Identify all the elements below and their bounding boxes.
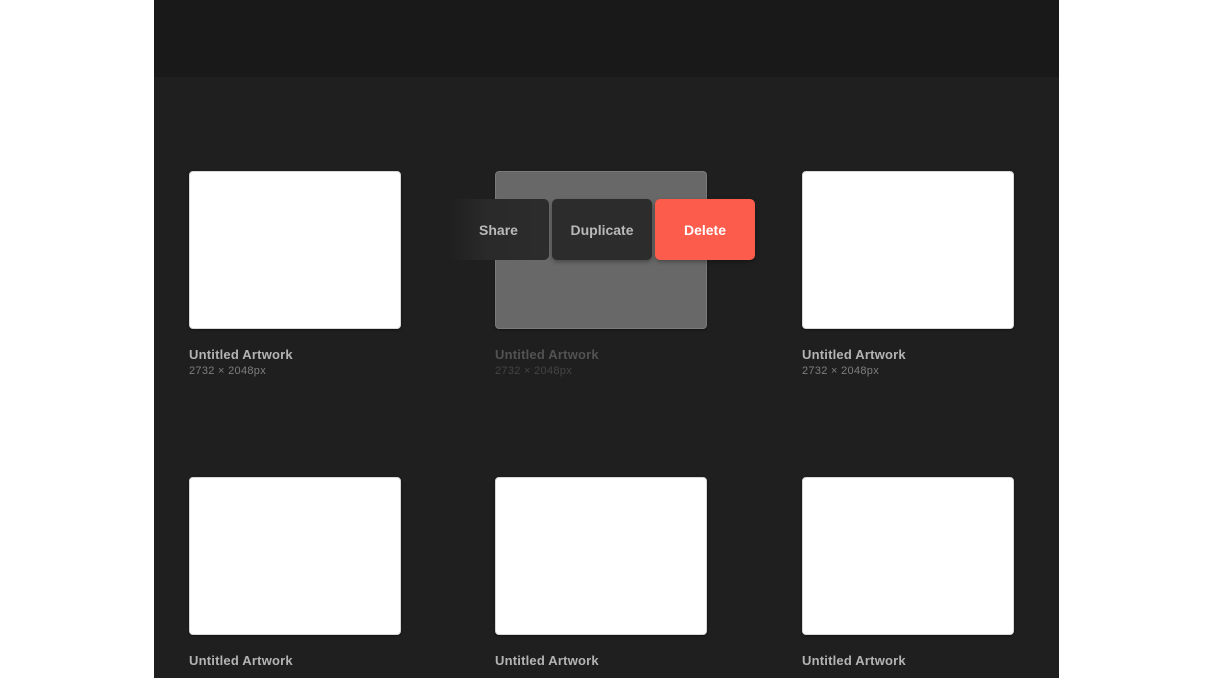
artwork-thumbnail[interactable]	[189, 477, 401, 635]
artwork-card[interactable]: Untitled Artwork	[802, 477, 1014, 671]
artwork-card[interactable]: Untitled Artwork	[189, 477, 401, 671]
artwork-title: Untitled Artwork	[802, 653, 906, 668]
artwork-thumbnail[interactable]	[189, 171, 401, 329]
artwork-thumbnail[interactable]	[802, 477, 1014, 635]
artwork-title: Untitled Artwork	[495, 653, 599, 668]
artwork-title: Untitled Artwork	[495, 347, 599, 362]
duplicate-button[interactable]: Duplicate	[552, 199, 652, 260]
artwork-title: Untitled Artwork	[189, 347, 293, 362]
artwork-title: Untitled Artwork	[189, 653, 293, 668]
artwork-dimensions: 2732 × 2048px	[495, 365, 572, 377]
artwork-card[interactable]: Untitled Artwork	[495, 477, 707, 671]
artwork-card[interactable]: Untitled Artwork 2732 × 2048px	[189, 171, 401, 377]
share-button[interactable]: Share	[448, 199, 549, 260]
delete-button[interactable]: Delete	[655, 199, 755, 260]
artwork-dimensions: 2732 × 2048px	[189, 365, 266, 377]
artwork-card[interactable]: Untitled Artwork 2732 × 2048px	[802, 171, 1014, 377]
artwork-title: Untitled Artwork	[802, 347, 906, 362]
artwork-action-menu: Share Duplicate Delete	[448, 199, 755, 260]
top-bar	[154, 0, 1059, 77]
gallery-screen: Untitled Artwork 2732 × 2048px Untitled …	[154, 0, 1059, 678]
artwork-thumbnail[interactable]	[802, 171, 1014, 329]
artwork-thumbnail[interactable]	[495, 477, 707, 635]
artwork-dimensions: 2732 × 2048px	[802, 365, 879, 377]
